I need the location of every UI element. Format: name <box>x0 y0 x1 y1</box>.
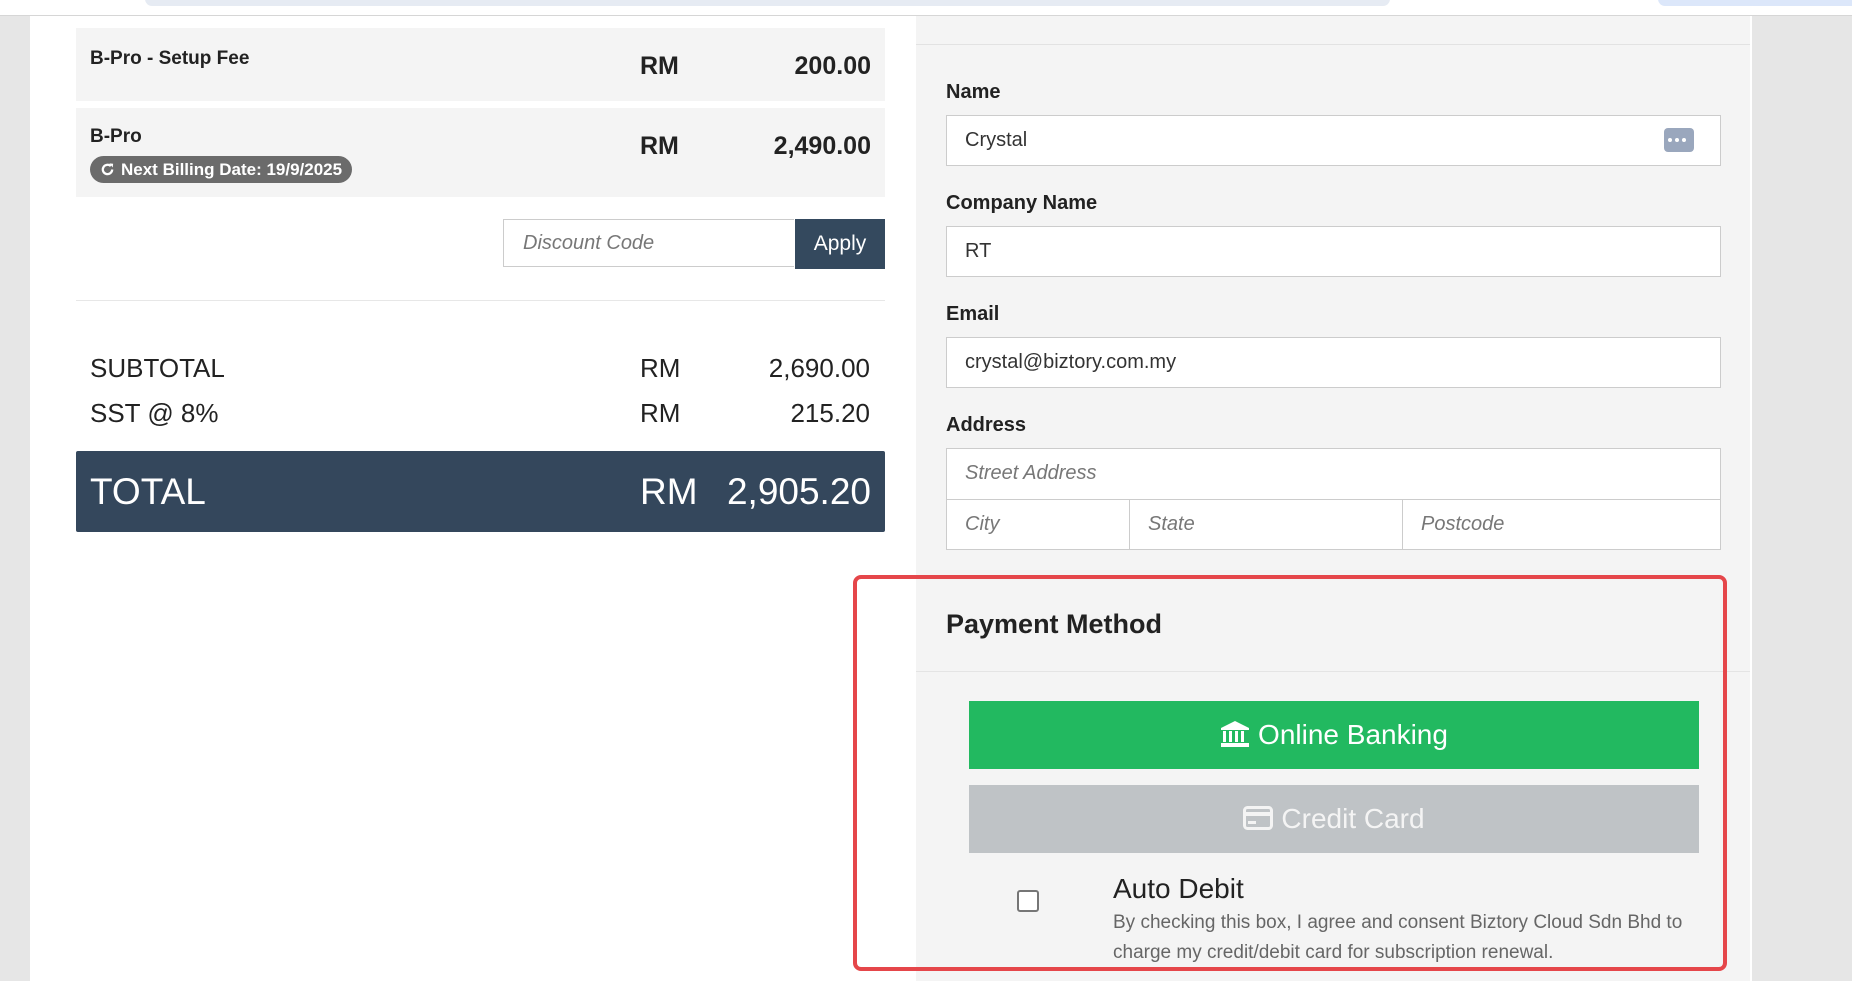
next-billing-badge: Next Billing Date: 19/9/2025 <box>90 156 353 183</box>
city-placeholder: City <box>965 513 1000 535</box>
sst-amount: 215.20 <box>790 398 870 428</box>
street-address-field[interactable]: Street Address <box>946 448 1721 500</box>
browser-action-pill[interactable] <box>1658 0 1852 6</box>
panel-divider <box>916 44 1750 45</box>
address-label: Address <box>946 414 1027 436</box>
apply-button[interactable]: Apply <box>795 219 885 269</box>
browser-top-bar <box>0 0 1852 16</box>
total-currency: RM <box>640 471 698 512</box>
next-billing-text: Next Billing Date: 19/9/2025 <box>121 160 343 179</box>
email-field[interactable]: crystal@biztory.com.my <box>946 337 1721 388</box>
postcode-field[interactable]: Postcode <box>1402 499 1721 550</box>
item-amount: 200.00 <box>794 52 871 80</box>
email-value: crystal@biztory.com.my <box>965 351 1177 373</box>
postcode-placeholder: Postcode <box>1421 513 1505 535</box>
password-manager-icon[interactable] <box>1664 128 1694 152</box>
item-currency: RM <box>640 132 679 160</box>
refresh-icon <box>101 162 114 175</box>
name-value: Crystal <box>965 129 1028 151</box>
total-amount: 2,905.20 <box>726 471 871 512</box>
street-address-placeholder: Street Address <box>965 462 1097 484</box>
order-item-setup-fee: B-Pro - Setup Fee RM 200.00 <box>76 28 885 101</box>
subtotal-amount: 2,690.00 <box>768 353 870 383</box>
subtotal-currency: RM <box>640 353 681 383</box>
subtotal-row: SUBTOTAL RM 2,690.00 <box>90 353 870 384</box>
total-row: TOTAL RM 2,905.20 <box>76 451 885 532</box>
item-amount: 2,490.00 <box>773 132 871 160</box>
item-name: B-Pro - Setup Fee <box>90 48 250 69</box>
item-currency: RM <box>640 52 679 80</box>
item-name: B-Pro <box>90 126 142 147</box>
sst-currency: RM <box>640 398 681 428</box>
sst-label: SST @ 8% <box>90 398 219 428</box>
state-placeholder: State <box>1148 513 1195 535</box>
divider <box>76 300 885 301</box>
payment-method-highlight <box>853 575 1727 971</box>
city-field[interactable]: City <box>946 499 1130 550</box>
name-label: Name <box>946 81 1001 103</box>
company-name-value: RT <box>965 240 992 262</box>
total-label: TOTAL <box>90 471 206 512</box>
email-label: Email <box>946 303 1000 325</box>
subtotal-label: SUBTOTAL <box>90 353 225 383</box>
address-bar[interactable] <box>145 0 1390 6</box>
name-field[interactable]: Crystal <box>946 115 1721 166</box>
company-name-label: Company Name <box>946 192 1098 214</box>
order-item-bpro: B-Pro RM 2,490.00 Next Billing Date: 19/… <box>76 108 885 197</box>
state-field[interactable]: State <box>1129 499 1403 550</box>
company-name-field[interactable]: RT <box>946 226 1721 277</box>
discount-code-input[interactable] <box>503 219 794 267</box>
sst-row: SST @ 8% RM 215.20 <box>90 398 870 429</box>
